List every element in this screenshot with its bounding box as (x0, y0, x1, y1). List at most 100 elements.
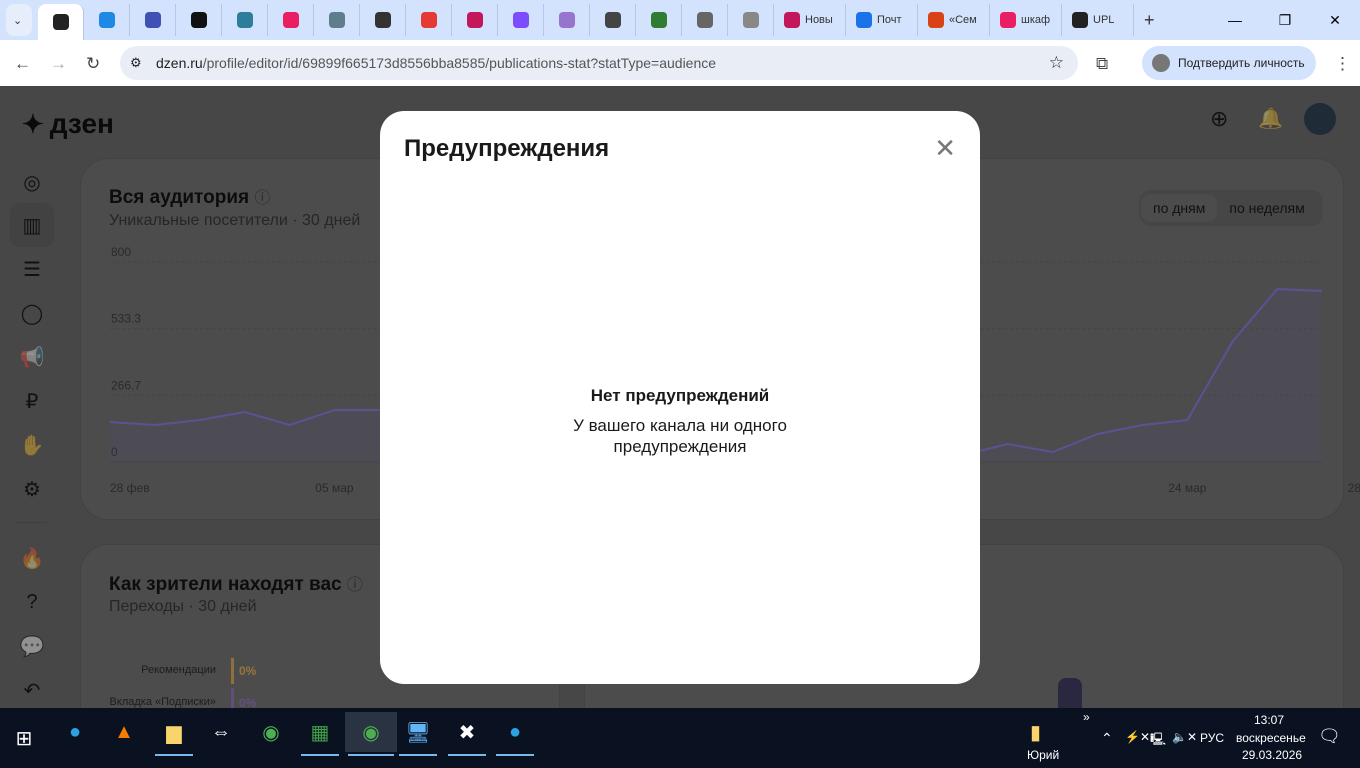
sidebar-stats-icon[interactable]: ▥ (10, 203, 54, 247)
sidebar-chat-icon[interactable]: 💬 (10, 624, 54, 668)
url-path: /profile/editor/id/69899f665173d8556bba8… (202, 55, 717, 71)
toolbar-expand-icon[interactable]: » (1083, 710, 1090, 724)
language-indicator[interactable]: РУС (1200, 731, 1224, 745)
toggle-by-days[interactable]: по дням (1141, 194, 1218, 222)
browser-tab[interactable] (314, 4, 360, 36)
tab-label: Почт (877, 14, 902, 26)
file-explorer-icon[interactable]: ▆ (152, 712, 196, 756)
browser-tab[interactable] (544, 4, 590, 36)
browser-tab[interactable] (222, 4, 268, 36)
start-windows-icon[interactable]: ⊞ (2, 718, 46, 758)
vlc-icon[interactable]: ▲ (102, 712, 146, 752)
browser-tab[interactable] (498, 4, 544, 36)
sidebar-settings-icon[interactable]: ⚙ (10, 467, 54, 511)
browser-tab[interactable]: Новы (774, 4, 846, 36)
telegram-icon[interactable]: ● (493, 712, 537, 756)
browser-tab[interactable] (38, 4, 84, 40)
reload-icon[interactable]: ↻ (86, 54, 100, 74)
browser-tab[interactable] (682, 4, 728, 36)
tab-favicon-icon (282, 12, 299, 28)
weekday-bar (1058, 678, 1082, 708)
verify-label: Подтвердить личность (1178, 56, 1305, 70)
browser-tab[interactable] (590, 4, 636, 36)
clock-date[interactable]: 29.03.2026 (1242, 748, 1302, 762)
tab-favicon-icon (784, 12, 800, 28)
browser-tab[interactable]: шкаф (990, 4, 1062, 36)
sidebar-planet-icon[interactable]: ◎ (10, 160, 54, 204)
clock-day[interactable]: воскресенье (1236, 731, 1306, 745)
new-tab-button[interactable]: + (1134, 4, 1165, 36)
url-input[interactable]: ⚙ dzen.ru/profile/editor/id/69899f665173… (120, 46, 1078, 80)
sidebar-fire-icon[interactable]: 🔥 (10, 536, 54, 580)
help-icon[interactable]: ⓘ (254, 190, 270, 207)
add-icon[interactable]: ⊕ (1210, 106, 1228, 132)
taskbar: ⊞ ● ▲ ▆ ⇔ ◉ ▦ ◉ 🖥 ✖ ● ▮ Юрий » ⌃ ⚡✕ 🖳 🔈✕… (0, 708, 1360, 768)
sidebar-promo-icon[interactable]: 📢 (10, 335, 54, 379)
browser-tab[interactable]: UPL (1062, 4, 1134, 36)
browser-tab[interactable] (84, 4, 130, 36)
browser-tab[interactable]: «Сем (918, 4, 990, 36)
toggle-by-weeks[interactable]: по неделям (1217, 194, 1316, 222)
telegram-icon[interactable]: ● (53, 712, 97, 752)
tray-up-icon[interactable]: ⌃ (1101, 730, 1113, 747)
tab-search-button[interactable]: ⌄ (6, 4, 32, 36)
tab-favicon-icon (604, 12, 621, 28)
tab-label: «Сем (949, 14, 977, 26)
x-app-icon[interactable]: ✖ (445, 712, 489, 756)
clock-time[interactable]: 13:07 (1254, 713, 1284, 727)
avatar[interactable] (1304, 103, 1336, 135)
calc-icon[interactable]: ▦ (298, 712, 342, 756)
audience-title: Вся аудитория ⓘ (109, 187, 271, 208)
bookmark-star-icon[interactable]: ☆ (1049, 53, 1064, 73)
tab-favicon-icon (236, 12, 253, 28)
restore-icon[interactable]: ❐ (1260, 12, 1310, 29)
tab-favicon-icon (856, 12, 872, 28)
dzen-logo[interactable]: ✦ дзен (22, 108, 114, 140)
browser-tab[interactable] (130, 4, 176, 36)
sidebar-help-icon[interactable]: ? (10, 580, 54, 624)
chrome-icon[interactable]: ◉ (249, 712, 293, 752)
browser-tab[interactable] (360, 4, 406, 36)
chrome-active-icon[interactable]: ◉ (345, 712, 397, 756)
tab-favicon-icon (928, 12, 944, 28)
sources-subtitle: Переходы · 30 дней (109, 598, 257, 615)
browser-tab[interactable]: Почт (846, 4, 918, 36)
teamviewer-icon[interactable]: ⇔ (199, 712, 243, 752)
sidebar-money-icon[interactable]: ₽ (10, 379, 54, 423)
notifications-icon[interactable]: 🗨 (1318, 726, 1341, 747)
close-window-icon[interactable]: ✕ (1310, 12, 1360, 29)
browser-tab[interactable] (176, 4, 222, 36)
minimize-icon[interactable]: — (1210, 12, 1260, 28)
browser-tab[interactable] (268, 4, 314, 36)
browser-tab[interactable] (636, 4, 682, 36)
extensions-icon[interactable]: ⧉ (1096, 54, 1108, 74)
forward-icon[interactable]: → (50, 54, 67, 74)
site-info-icon[interactable]: ⚙ (130, 55, 142, 71)
back-icon[interactable]: ← (14, 54, 31, 74)
tab-favicon-icon (52, 14, 69, 30)
sidebar-comments-icon[interactable]: ◯ (10, 291, 54, 335)
tab-favicon-icon (190, 12, 207, 28)
x-tick-label: 28 мар (1348, 481, 1360, 495)
source-value: 0% (239, 664, 257, 678)
browser-tab[interactable] (406, 4, 452, 36)
menu-icon[interactable]: ⋮ (1334, 54, 1351, 74)
browser-tab[interactable] (728, 4, 774, 36)
verify-identity-button[interactable]: Подтвердить личность (1142, 46, 1316, 80)
network-icon[interactable]: 🖳 (1150, 730, 1166, 751)
help-icon[interactable]: ⓘ (347, 577, 363, 594)
volume-muted-icon[interactable]: 🔈✕ (1172, 730, 1197, 744)
user-folder-icon[interactable]: ▮ (1030, 720, 1041, 745)
bell-icon[interactable]: 🔔 (1258, 106, 1283, 131)
remote-desktop-icon[interactable]: 🖥 (396, 712, 440, 756)
tab-favicon-icon (1072, 12, 1088, 28)
battery-icon[interactable]: ⚡✕ (1125, 730, 1150, 744)
tab-label: UPL (1093, 14, 1115, 26)
tab-label: шкаф (1021, 14, 1051, 26)
sidebar-hand-icon[interactable]: ✋ (10, 423, 54, 467)
sidebar-publications-icon[interactable]: ☰ (10, 247, 54, 291)
sidebar-back-icon[interactable]: ↶ (10, 668, 54, 708)
close-icon[interactable]: ✕ (934, 133, 956, 164)
source-value: 0% (239, 696, 257, 708)
browser-tab[interactable] (452, 4, 498, 36)
